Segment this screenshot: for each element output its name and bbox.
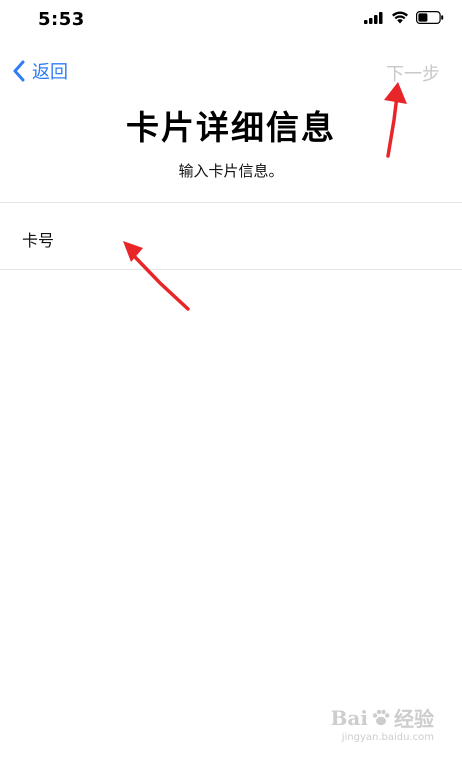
status-icons — [364, 11, 444, 24]
paw-icon — [372, 709, 390, 725]
card-number-row[interactable]: 卡号 — [0, 203, 462, 269]
nav-bar: 返回 下一步 — [0, 52, 462, 92]
status-bar: 5:53 — [0, 0, 462, 44]
next-button[interactable]: 下一步 — [386, 60, 440, 86]
page-title: 卡片详细信息 — [126, 108, 336, 147]
signal-icon — [364, 11, 383, 24]
divider-bottom — [0, 269, 462, 270]
wifi-icon — [392, 11, 408, 24]
battery-icon — [416, 11, 444, 24]
watermark: Bai 经验 jingyan.baidu.com — [330, 703, 434, 744]
card-number-label: 卡号 — [22, 231, 55, 250]
chevron-left-icon — [13, 60, 25, 82]
back-button[interactable]: 返回 — [12, 58, 68, 84]
watermark-brand: Bai 经验 — [330, 705, 434, 732]
status-time: 5:53 — [38, 9, 85, 30]
card-number-input[interactable] — [100, 217, 444, 257]
watermark-url: jingyan.baidu.com — [341, 732, 434, 743]
page-subtitle: 输入卡片信息。 — [178, 162, 284, 180]
back-label: 返回 — [32, 62, 68, 83]
